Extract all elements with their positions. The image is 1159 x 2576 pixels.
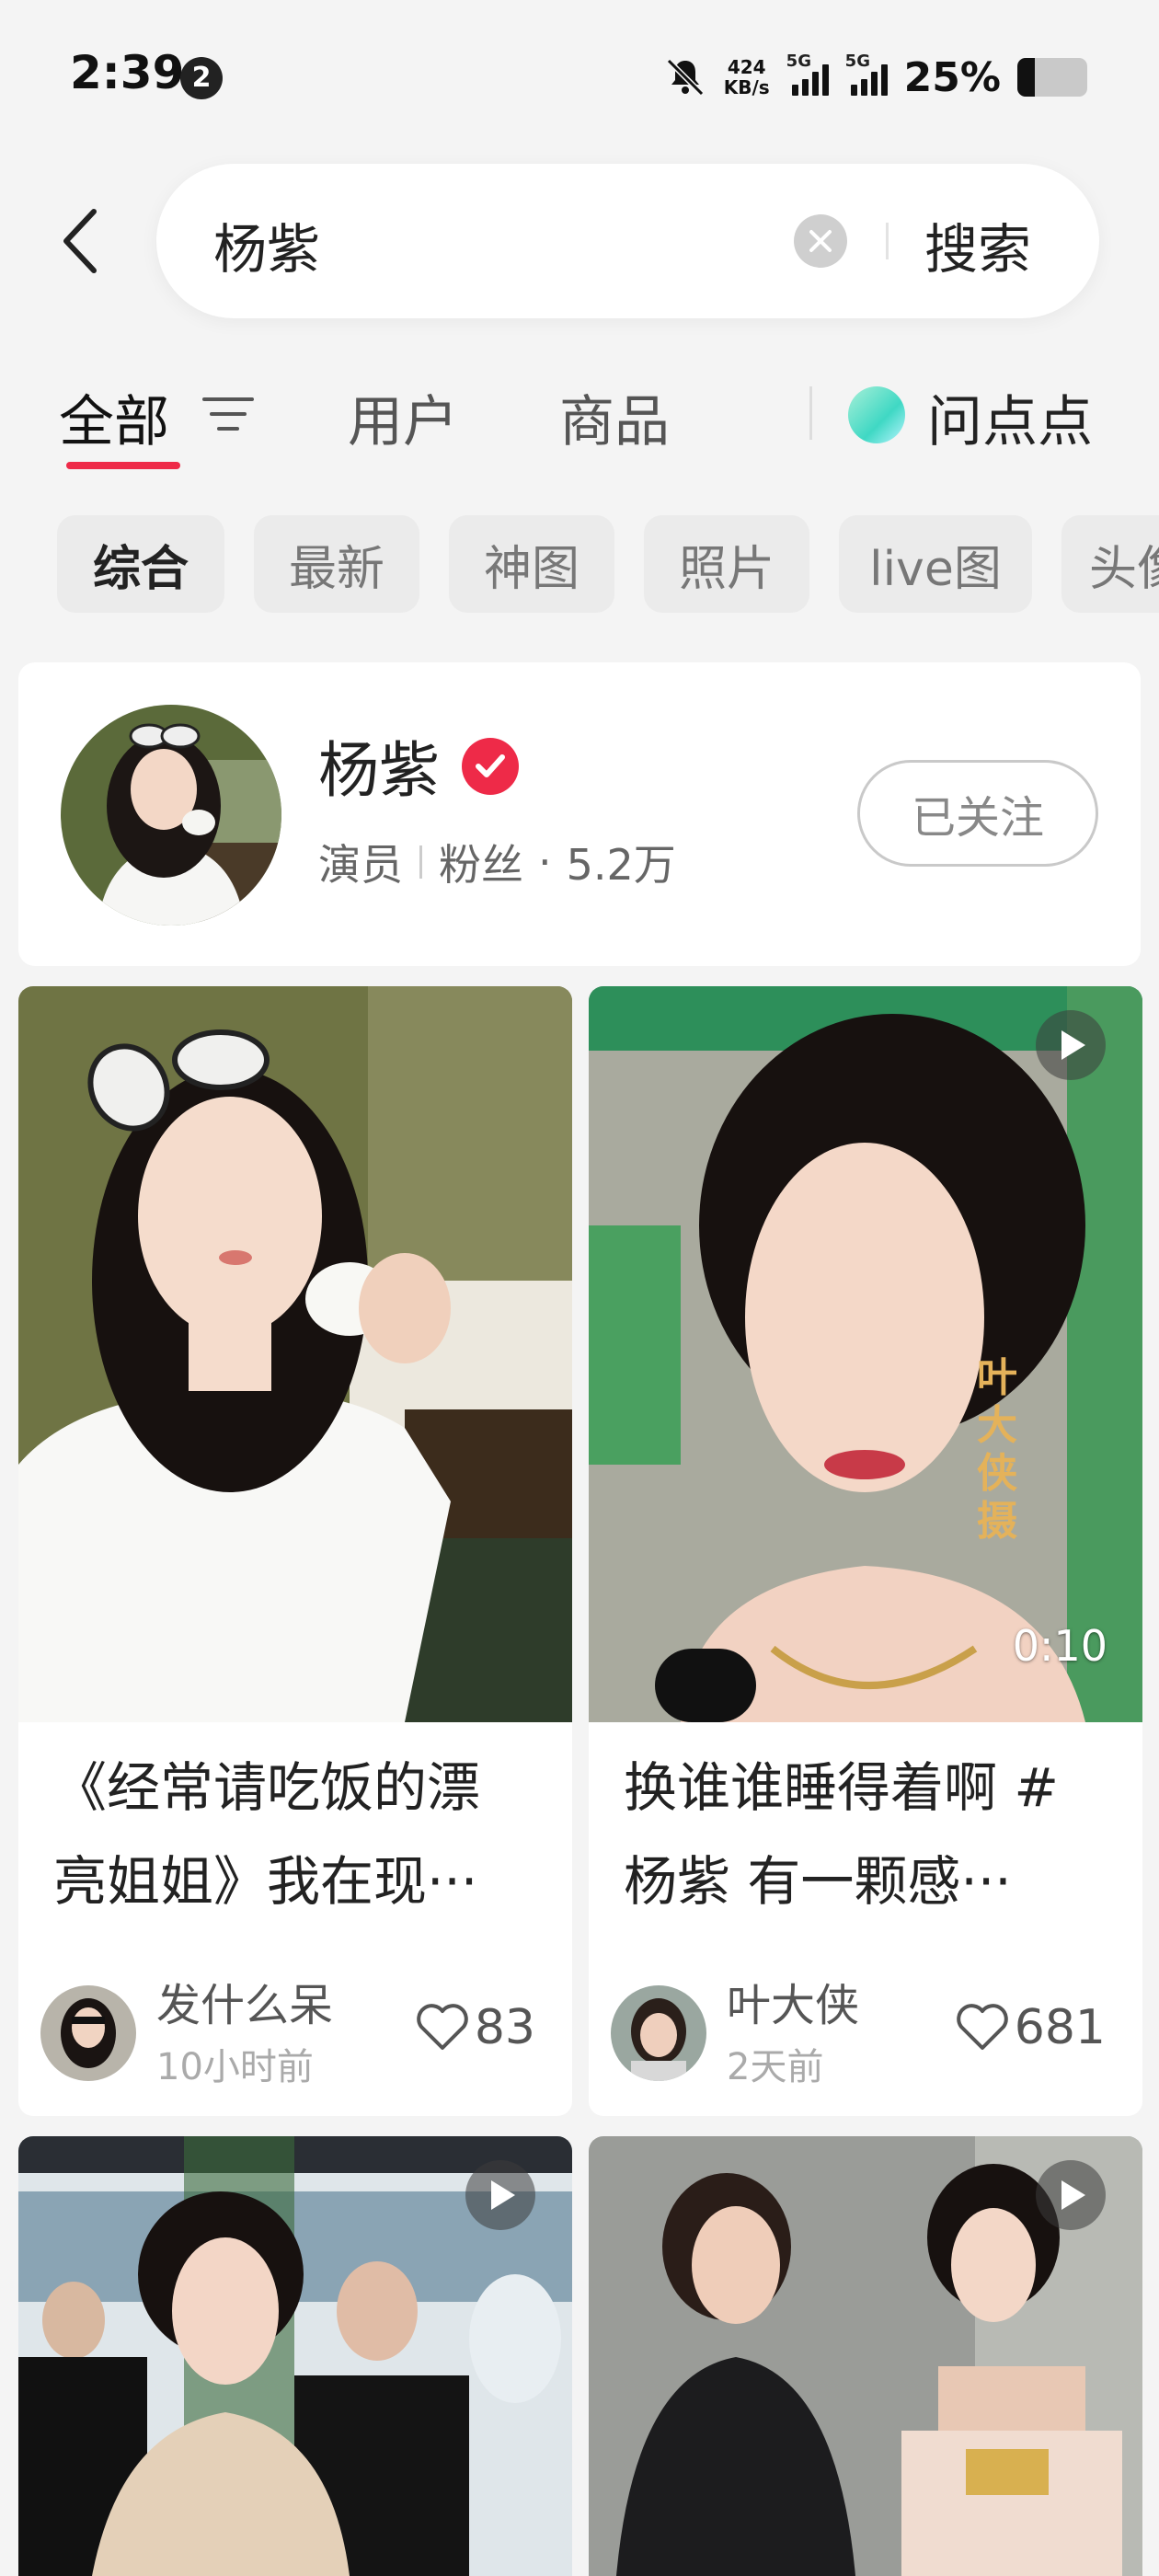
play-icon[interactable] bbox=[465, 2160, 535, 2230]
heart-icon bbox=[956, 2004, 1008, 2050]
tab-users[interactable]: 用户 bbox=[348, 377, 458, 457]
tab-products[interactable]: 商品 bbox=[559, 377, 670, 457]
watermark-text: 叶大侠摄 bbox=[977, 1354, 1017, 1545]
search-divider bbox=[886, 223, 889, 259]
heart-icon bbox=[417, 2004, 468, 2050]
filter-chips: 综合 最新 神图 照片 live图 头像 bbox=[0, 515, 1159, 616]
post-author[interactable]: 叶大侠 bbox=[727, 1969, 859, 2033]
tab-divider bbox=[809, 386, 812, 440]
tab-ask-ai[interactable]: 问点点 bbox=[927, 377, 1093, 457]
like-button[interactable]: 681 bbox=[956, 2000, 1106, 2055]
post-card[interactable]: 《经常请吃饭的漂 亮姐姐》我在现··· 发什么呆 10小时前 83 bbox=[18, 986, 572, 2116]
like-count: 681 bbox=[1014, 2000, 1106, 2055]
battery-icon bbox=[1017, 58, 1087, 97]
fans-count: 5.2万 bbox=[566, 840, 676, 890]
network-type-1: 5G bbox=[786, 52, 811, 71]
search-bar[interactable]: 杨紫 搜索 bbox=[156, 164, 1099, 318]
network-speed-value: 424 bbox=[727, 56, 766, 78]
user-name[interactable]: 杨紫 bbox=[318, 721, 440, 810]
mute-bell-icon bbox=[666, 58, 704, 97]
network-type-2: 5G bbox=[844, 52, 870, 71]
close-icon bbox=[809, 230, 832, 252]
post-card[interactable]: 叶大侠摄 0:10 换谁谁睡得着啊 # 杨紫 有一颗感··· 叶大侠 2天前 6… bbox=[589, 986, 1142, 2116]
fans-label: 粉丝 bbox=[439, 840, 523, 890]
post-author[interactable]: 发什么呆 bbox=[156, 1969, 333, 2033]
active-tab-indicator bbox=[66, 462, 180, 469]
status-time: 2:39 bbox=[70, 46, 185, 99]
back-arrow-icon[interactable] bbox=[57, 204, 103, 278]
post-video-thumbnail[interactable] bbox=[589, 986, 1142, 1722]
meta-divider bbox=[419, 845, 422, 879]
signal-1-icon: 5G bbox=[786, 52, 829, 96]
network-speed-unit: KB/s bbox=[723, 76, 770, 98]
like-count: 83 bbox=[474, 2000, 535, 2055]
avatar[interactable] bbox=[611, 1985, 706, 2081]
chip-live-photos[interactable]: live图 bbox=[839, 515, 1032, 613]
play-icon[interactable] bbox=[1036, 2160, 1106, 2230]
like-button[interactable]: 83 bbox=[416, 2000, 535, 2055]
post-title[interactable]: 《经常请吃饭的漂 亮姐姐》我在现··· bbox=[53, 1741, 541, 1928]
chip-latest[interactable]: 最新 bbox=[254, 515, 419, 613]
status-bar: 2:39 2 424 KB/s 5G 5G 25% bbox=[0, 0, 1159, 156]
notification-count-badge: 2 bbox=[180, 57, 223, 99]
tab-all[interactable]: 全部 bbox=[59, 377, 169, 457]
following-button[interactable]: 已关注 bbox=[857, 760, 1098, 867]
avatar[interactable] bbox=[61, 705, 281, 926]
user-meta: 演员 粉丝 · 5.2万 bbox=[318, 832, 676, 892]
network-speed: 424 KB/s bbox=[724, 57, 770, 98]
signal-2-icon: 5G bbox=[845, 52, 888, 96]
post-title-line-1: 《经常请吃饭的漂 bbox=[53, 1756, 481, 1819]
post-time: 2天前 bbox=[727, 2046, 824, 2088]
battery-percent: 25% bbox=[903, 53, 1001, 101]
avatar[interactable] bbox=[40, 1985, 136, 2081]
chip-avatars[interactable]: 头像 bbox=[1061, 515, 1159, 613]
post-time: 10小时前 bbox=[156, 2046, 314, 2088]
filter-icon[interactable] bbox=[201, 392, 256, 438]
chip-great-images[interactable]: 神图 bbox=[449, 515, 614, 613]
search-input[interactable]: 杨紫 bbox=[213, 206, 320, 283]
post-card[interactable] bbox=[589, 2136, 1142, 2576]
ai-assistant-icon[interactable] bbox=[848, 386, 905, 443]
play-icon[interactable] bbox=[1036, 1010, 1106, 1080]
chip-photos[interactable]: 照片 bbox=[644, 515, 809, 613]
clear-search-button[interactable] bbox=[794, 214, 847, 268]
verified-check-icon bbox=[462, 738, 519, 795]
video-duration: 0:10 bbox=[1012, 1621, 1107, 1671]
post-card[interactable] bbox=[18, 2136, 572, 2576]
post-image[interactable] bbox=[18, 986, 572, 1722]
post-title-line-2: 杨紫 有一颗感··· bbox=[624, 1850, 1012, 1913]
post-title[interactable]: 换谁谁睡得着啊 # 杨紫 有一颗感··· bbox=[624, 1741, 1111, 1928]
post-title-line-2: 亮姐姐》我在现··· bbox=[53, 1850, 478, 1913]
fans-separator: · bbox=[538, 837, 552, 887]
chip-general[interactable]: 综合 bbox=[57, 515, 224, 613]
result-type-tabs: 全部 用户 商品 问点点 bbox=[0, 368, 1159, 469]
user-result-card[interactable]: 杨紫 演员 粉丝 · 5.2万 已关注 bbox=[18, 662, 1141, 966]
user-role: 演员 bbox=[318, 840, 403, 890]
search-submit-button[interactable]: 搜索 bbox=[924, 206, 1031, 283]
post-title-line-1: 换谁谁睡得着啊 # bbox=[624, 1756, 1060, 1819]
